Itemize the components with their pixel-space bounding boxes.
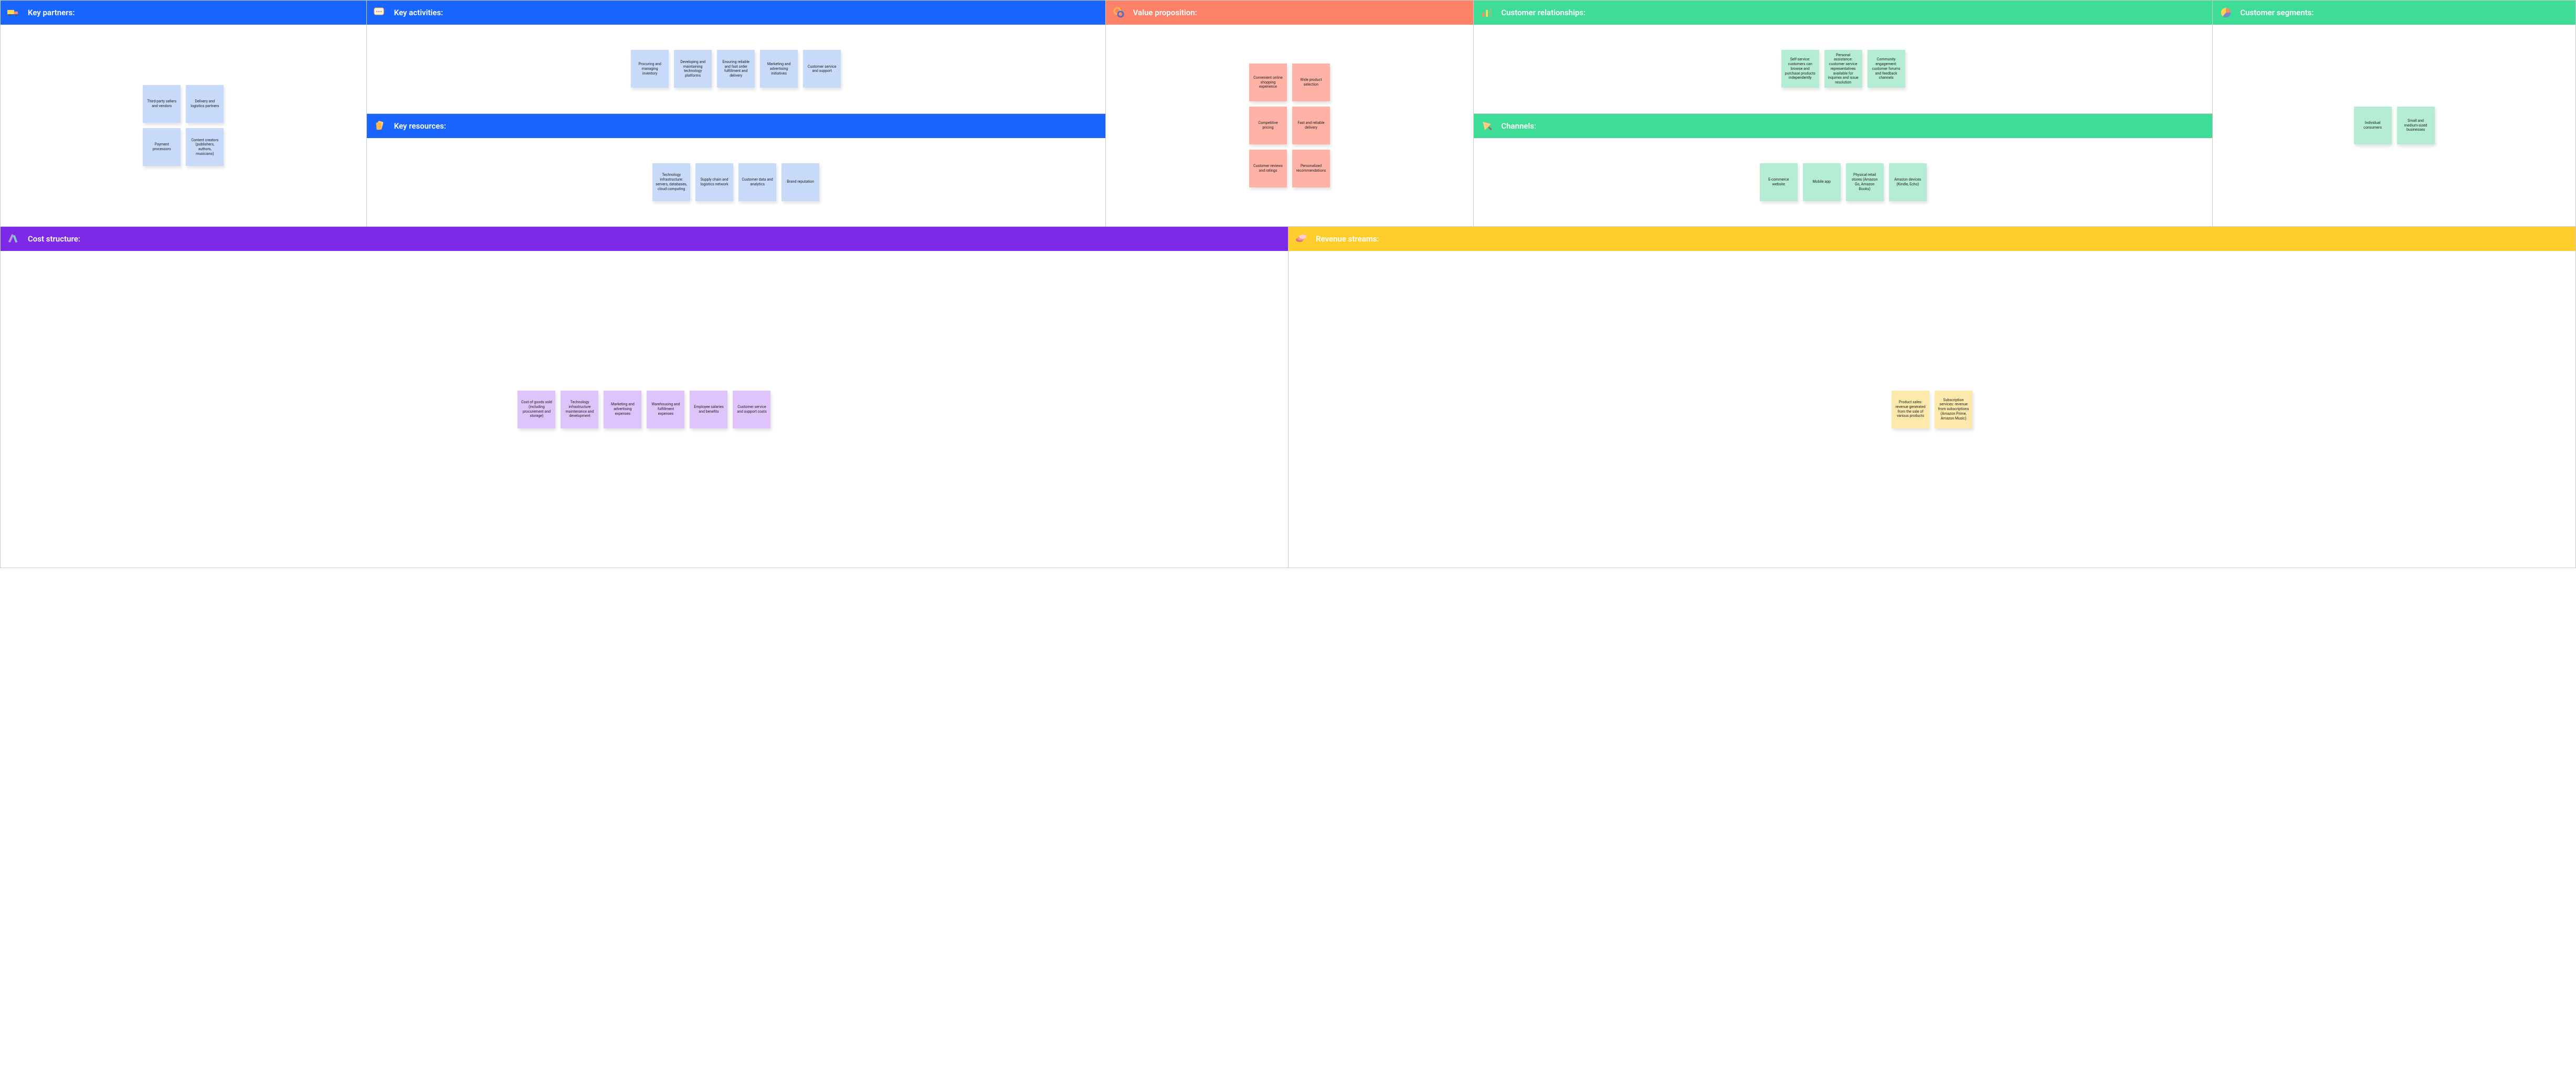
title-key-partners: Key partners: (28, 8, 75, 17)
header-cost-structure: Cost structure: (1, 227, 1288, 251)
activities-icon (373, 6, 387, 19)
sticky-note[interactable]: Supply chain and logistics network (695, 163, 733, 201)
header-revenue-streams: Revenue streams: (1289, 227, 2575, 251)
title-channels: Channels: (1501, 121, 1536, 131)
sticky-note[interactable]: Customer reviews and ratings (1249, 150, 1287, 187)
sticky-note[interactable]: Customer service and support costs (733, 391, 770, 428)
section-customer-relationships: Customer relationships: Self-service: cu… (1474, 1, 2212, 113)
sticky-note[interactable]: Community engagement: customer forums an… (1867, 50, 1905, 88)
sticky-note[interactable]: Payment processors (143, 128, 181, 166)
section-channels: Channels: E-commerce website Mobile app … (1474, 113, 2212, 227)
notes-customer-segments: Individual consumers Small and medium-si… (2354, 107, 2435, 144)
value-prop-icon (1112, 6, 1126, 19)
title-key-activities: Key activities: (394, 8, 444, 17)
sticky-note[interactable]: Small and medium-sized businesses (2397, 107, 2435, 144)
sticky-note[interactable]: Physical retail stores (Amazon Go, Amazo… (1846, 163, 1884, 201)
title-key-resources: Key resources: (394, 121, 446, 131)
sticky-note[interactable]: Delivery and logistics partners (186, 85, 224, 123)
notes-customer-relationships: Self-service: customers can browse and p… (1781, 50, 1905, 88)
section-cost-structure: Cost structure: Cost of goods sold (incl… (1, 227, 1288, 568)
cost-icon (7, 232, 20, 246)
sticky-note[interactable]: Self-service: customers can browse and p… (1781, 50, 1819, 88)
partners-icon (7, 6, 20, 19)
section-key-activities: Key activities: Procuring and managing i… (367, 1, 1105, 113)
notes-revenue-streams: Product sales: revenue generated from th… (1892, 391, 1972, 428)
sticky-note[interactable]: Competitive pricing (1249, 107, 1287, 144)
sticky-note[interactable]: Personalized recommendations (1292, 150, 1330, 187)
header-key-partners: Key partners: (1, 1, 366, 25)
sticky-note[interactable]: Third-party sellers and vendors (143, 85, 181, 123)
business-model-canvas: Key partners: Third-party sellers and ve… (0, 0, 2576, 568)
header-value-proposition: Value proposition: (1106, 1, 1474, 25)
sticky-note[interactable]: Individual consumers (2354, 107, 2392, 144)
segments-icon (2219, 6, 2233, 19)
sticky-note[interactable]: Customer service and support (803, 50, 841, 88)
sticky-note[interactable]: Content creators (publishers, authors, m… (186, 128, 224, 166)
title-cost-structure: Cost structure: (28, 234, 80, 244)
revenue-icon (1295, 232, 1308, 246)
title-revenue-streams: Revenue streams: (1316, 234, 1379, 244)
notes-key-partners: Third-party sellers and vendors Delivery… (139, 85, 228, 166)
sticky-note[interactable]: Customer data and analytics (738, 163, 776, 201)
sticky-note[interactable]: Brand reputation (782, 163, 819, 201)
sticky-note[interactable]: Technology infrastructure maintenance an… (561, 391, 598, 428)
header-channels: Channels: (1474, 114, 2212, 138)
sticky-note[interactable]: Ensuring reliable and fast order fulfill… (717, 50, 755, 88)
section-key-partners: Key partners: Third-party sellers and ve… (1, 1, 366, 226)
header-customer-segments: Customer segments: (2213, 1, 2575, 25)
notes-value-proposition: Convenient online shopping experience Wi… (1245, 64, 1334, 187)
header-key-resources: Key resources: (367, 114, 1105, 138)
sticky-note[interactable]: Mobile app (1803, 163, 1841, 201)
sticky-note[interactable]: Marketing and advertising expenses (604, 391, 641, 428)
sticky-note[interactable]: Amazon devices (Kindle, Echo) (1889, 163, 1927, 201)
sticky-note[interactable]: Product sales: revenue generated from th… (1892, 391, 1929, 428)
bottom-row: Cost structure: Cost of goods sold (incl… (1, 226, 2575, 568)
sticky-note[interactable]: E-commerce website (1760, 163, 1798, 201)
notes-cost-structure: Cost of goods sold (including procuremen… (518, 391, 770, 428)
column-activities-resources: Key activities: Procuring and managing i… (366, 1, 1105, 226)
sticky-note[interactable]: Convenient online shopping experience (1249, 64, 1287, 101)
sticky-note[interactable]: Technology infrastructure: servers, data… (652, 163, 690, 201)
column-relationships-channels: Customer relationships: Self-service: cu… (1473, 1, 2212, 226)
sticky-note[interactable]: Developing and maintaining technology pl… (674, 50, 712, 88)
title-customer-segments: Customer segments: (2240, 8, 2314, 17)
section-value-proposition: Value proposition: Convenient online sho… (1105, 1, 1474, 226)
sticky-note[interactable]: Procuring and managing inventory (631, 50, 669, 88)
title-customer-relationships: Customer relationships: (1501, 8, 1586, 17)
header-customer-relationships: Customer relationships: (1474, 1, 2212, 25)
sticky-note[interactable]: Marketing and advertising initiatives (760, 50, 798, 88)
header-key-activities: Key activities: (367, 1, 1105, 25)
section-revenue-streams: Revenue streams: Product sales: revenue … (1288, 227, 2575, 568)
title-value-proposition: Value proposition: (1133, 8, 1197, 17)
section-key-resources: Key resources: Technology infrastructure… (367, 113, 1105, 227)
channels-icon (1480, 119, 1494, 133)
sticky-note[interactable]: Wide product selection (1292, 64, 1330, 101)
section-customer-segments: Customer segments: Individual consumers … (2212, 1, 2575, 226)
notes-channels: E-commerce website Mobile app Physical r… (1760, 163, 1927, 201)
sticky-note[interactable]: Warehousing and fulfillment expenses (647, 391, 684, 428)
sticky-note[interactable]: Cost of goods sold (including procuremen… (518, 391, 555, 428)
sticky-note[interactable]: Fast and reliable delivery (1292, 107, 1330, 144)
sticky-note[interactable]: Personal assistance: customer service re… (1824, 50, 1862, 88)
notes-key-resources: Technology infrastructure: servers, data… (652, 163, 819, 201)
sticky-note[interactable]: Subscription services: revenue from subs… (1935, 391, 1972, 428)
notes-key-activities: Procuring and managing inventory Develop… (631, 50, 841, 88)
sticky-note[interactable]: Employee salaries and benefits (690, 391, 727, 428)
relationships-icon (1480, 6, 1494, 19)
resources-icon (373, 119, 387, 133)
